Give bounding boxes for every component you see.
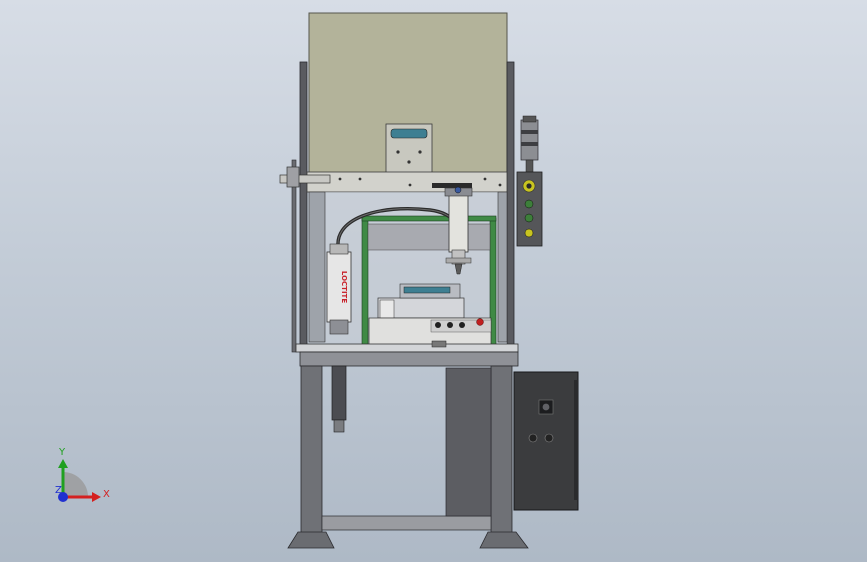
cabinet-switch-knob	[542, 403, 550, 411]
beacon-band	[521, 130, 538, 134]
table-top	[299, 351, 519, 367]
side-slider-block	[286, 166, 300, 188]
left-frame-post	[299, 61, 308, 353]
side-slider-rod	[291, 159, 297, 353]
table-leg-right	[490, 365, 513, 537]
loctite-dispenser-cap	[329, 243, 349, 255]
triad-rotation-arc	[63, 472, 88, 497]
panel-button-yellow	[524, 228, 534, 238]
beam-slot	[432, 183, 472, 188]
loctite-dispenser-base	[329, 319, 349, 335]
triad-z-label: Z	[55, 485, 62, 496]
beam-bolt	[338, 177, 342, 181]
base-button	[435, 322, 441, 328]
dispenser-actuator	[448, 193, 469, 253]
inner-right-plate	[497, 191, 508, 343]
cross-beam	[306, 171, 508, 193]
cad-viewport[interactable]: LOCTITE Y X Z	[0, 0, 867, 562]
triad-y-label: Y	[58, 447, 66, 458]
bracket-bolt	[396, 150, 400, 154]
panel-button-green	[524, 199, 534, 209]
beam-bolt	[498, 183, 502, 187]
panel-indicator-yellow-inner	[526, 183, 532, 189]
base-indicator-red	[476, 318, 484, 326]
cabinet-button	[528, 433, 538, 443]
base-button	[447, 322, 453, 328]
coordinate-triad[interactable]: Y X Z	[55, 447, 110, 502]
loctite-label: LOCTITE	[340, 271, 348, 303]
valve-collar	[445, 257, 472, 264]
inner-left-plate	[308, 191, 326, 343]
table-leg-left	[300, 365, 323, 537]
fixture-left-block	[379, 299, 395, 319]
beam-bolt	[408, 183, 412, 187]
triad-x-arrow	[92, 492, 101, 502]
green-top-rail	[361, 215, 497, 222]
base-button	[459, 322, 465, 328]
beacon-band	[521, 142, 538, 146]
panel-button-green	[524, 213, 534, 223]
work-plate	[295, 343, 519, 353]
triad-y-arrow	[58, 459, 68, 468]
cabinet-hinge	[574, 380, 578, 500]
bracket-bolt	[418, 150, 422, 154]
rear-guide-rail	[367, 223, 491, 251]
table-lower-rail	[321, 515, 492, 531]
fixture-clamp	[403, 286, 451, 294]
under-cylinder-end	[333, 419, 345, 433]
table-foot-right	[479, 531, 529, 549]
actuator-fitting	[454, 186, 462, 194]
bracket-bolt	[407, 160, 411, 164]
green-post-left	[361, 217, 369, 347]
bracket-slot	[390, 128, 428, 139]
beacon-cap	[522, 115, 537, 123]
beam-bolt	[358, 177, 362, 181]
cabinet-button	[544, 433, 554, 443]
triad-x-label: X	[103, 489, 110, 500]
beam-bolt	[483, 177, 487, 181]
beacon-body	[520, 119, 539, 161]
under-table-panel	[445, 367, 492, 517]
under-cylinder	[331, 365, 347, 421]
work-plate-handle	[431, 340, 447, 348]
right-frame-post	[506, 61, 515, 353]
beacon-mount	[525, 159, 534, 173]
machine-assembly: LOCTITE	[279, 12, 579, 549]
table-foot-left	[287, 531, 335, 549]
